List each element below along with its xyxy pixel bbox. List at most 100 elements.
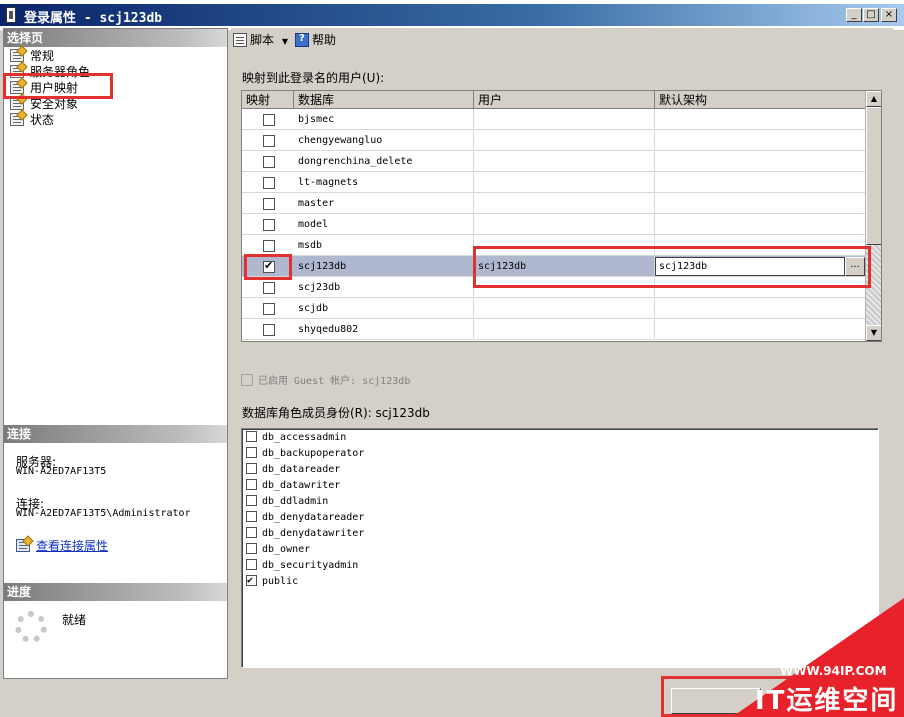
- database-cell: shyqedu802: [294, 319, 474, 340]
- maximize-button[interactable]: □: [863, 8, 879, 22]
- map-checkbox[interactable]: [263, 324, 275, 336]
- nav-item-status[interactable]: 状态: [10, 112, 54, 128]
- guest-checkbox-icon: [241, 374, 253, 386]
- user-cell[interactable]: [474, 109, 655, 130]
- close-button[interactable]: ×: [881, 8, 897, 22]
- role-checkbox[interactable]: [246, 447, 257, 458]
- user-cell[interactable]: [474, 298, 655, 319]
- grid-header: 映射 数据库 用户 默认架构: [242, 91, 866, 109]
- page-icon: [10, 49, 24, 62]
- map-checkbox[interactable]: [263, 219, 275, 231]
- window-title: 登录属性 - scj123db: [24, 11, 163, 26]
- role-checkbox[interactable]: [246, 463, 257, 474]
- view-connection-link[interactable]: 查看连接属性: [36, 539, 108, 553]
- schema-cell[interactable]: [655, 298, 866, 319]
- toolbar: 脚本 ▼ 帮助: [231, 28, 893, 50]
- select-page-header: 选择页: [4, 29, 227, 47]
- user-cell[interactable]: [474, 193, 655, 214]
- progress-spinner-icon: [15, 611, 47, 643]
- view-connection-properties[interactable]: 查看连接属性: [16, 537, 108, 554]
- scroll-up-icon[interactable]: ▲: [866, 91, 881, 107]
- user-cell[interactable]: [474, 172, 655, 193]
- list-item[interactable]: db_denydatawriter: [246, 526, 364, 542]
- list-item[interactable]: db_accessadmin: [246, 430, 346, 446]
- scroll-down-icon[interactable]: ▼: [866, 325, 881, 341]
- column-header-user[interactable]: 用户: [474, 91, 655, 109]
- schema-cell[interactable]: [655, 193, 866, 214]
- map-checkbox[interactable]: [263, 198, 275, 210]
- highlight-map-checkbox: [244, 254, 292, 280]
- minimize-button[interactable]: _: [846, 8, 862, 22]
- role-name: db_securityadmin: [262, 560, 359, 571]
- table-row[interactable]: lt-magnets: [242, 172, 866, 193]
- mapping-label: 映射到此登录名的用户(U):: [242, 71, 385, 85]
- schema-cell[interactable]: [655, 319, 866, 340]
- database-cell: model: [294, 214, 474, 235]
- script-button[interactable]: 脚本 ▼: [233, 31, 288, 48]
- list-item[interactable]: db_backupoperator: [246, 446, 364, 462]
- schema-cell[interactable]: [655, 130, 866, 151]
- highlight-user-mapping: [3, 73, 113, 99]
- map-checkbox[interactable]: [263, 177, 275, 189]
- database-cell: chengyewangluo: [294, 130, 474, 151]
- schema-cell[interactable]: [655, 214, 866, 235]
- list-item[interactable]: db_ddladmin: [246, 494, 328, 510]
- role-name: db_denydatawriter: [262, 528, 365, 539]
- map-checkbox[interactable]: [263, 282, 275, 294]
- database-cell: bjsmec: [294, 109, 474, 130]
- map-checkbox[interactable]: [263, 135, 275, 147]
- nav-label: 安全对象: [30, 97, 79, 111]
- user-cell[interactable]: [474, 214, 655, 235]
- database-cell: msdb: [294, 235, 474, 256]
- role-checkbox[interactable]: [246, 559, 257, 570]
- map-checkbox[interactable]: [263, 114, 275, 126]
- role-name: db_accessadmin: [262, 432, 347, 443]
- roles-label: 数据库角色成员身份(R): scj123db: [242, 406, 430, 420]
- table-row[interactable]: model: [242, 214, 866, 235]
- role-checkbox[interactable]: [246, 527, 257, 538]
- role-name: db_datawriter: [262, 480, 341, 491]
- list-item[interactable]: db_owner: [246, 542, 310, 558]
- list-item[interactable]: db_datawriter: [246, 478, 340, 494]
- map-checkbox[interactable]: [263, 156, 275, 168]
- list-item[interactable]: db_denydatareader: [246, 510, 364, 526]
- list-item[interactable]: db_securityadmin: [246, 558, 358, 574]
- role-name: db_ddladmin: [262, 496, 329, 507]
- role-checkbox[interactable]: [246, 479, 257, 490]
- grid-vertical-scrollbar[interactable]: ▲ ▼: [865, 91, 881, 341]
- window-titlebar: 登录属性 - scj123db _ □ ×: [0, 0, 904, 30]
- table-row[interactable]: bjsmec: [242, 109, 866, 130]
- role-checkbox-checked[interactable]: [246, 573, 257, 589]
- schema-cell[interactable]: [655, 172, 866, 193]
- schema-cell[interactable]: [655, 151, 866, 172]
- titlebar-gradient[interactable]: 登录属性 - scj123db _ □ ×: [0, 4, 904, 26]
- user-cell[interactable]: [474, 151, 655, 172]
- schema-cell[interactable]: [655, 109, 866, 130]
- role-name: public: [262, 576, 299, 587]
- progress-header: 进度: [4, 583, 227, 601]
- list-item[interactable]: db_datareader: [246, 462, 340, 478]
- table-row[interactable]: shyqedu802: [242, 319, 866, 340]
- role-checkbox[interactable]: [246, 431, 257, 442]
- nav-label: 常规: [30, 49, 55, 63]
- role-checkbox[interactable]: [246, 511, 257, 522]
- role-checkbox[interactable]: [246, 495, 257, 506]
- column-header-default-schema[interactable]: 默认架构: [655, 91, 866, 109]
- user-cell[interactable]: [474, 319, 655, 340]
- map-checkbox[interactable]: [263, 240, 275, 252]
- scroll-thumb[interactable]: [866, 107, 881, 245]
- user-cell[interactable]: [474, 130, 655, 151]
- table-row[interactable]: chengyewangluo: [242, 130, 866, 151]
- server-value: WIN-A2ED7AF13T5: [16, 466, 107, 477]
- guest-account-checkbox: 已启用 Guest 帐户: scj123db: [241, 372, 410, 387]
- role-checkbox[interactable]: [246, 543, 257, 554]
- column-header-database[interactable]: 数据库: [294, 91, 474, 109]
- column-header-map[interactable]: 映射: [242, 91, 294, 109]
- table-row[interactable]: master: [242, 193, 866, 214]
- map-checkbox[interactable]: [263, 303, 275, 315]
- table-row[interactable]: scjdb: [242, 298, 866, 319]
- help-button[interactable]: 帮助: [295, 31, 336, 48]
- table-row[interactable]: dongrenchina_delete: [242, 151, 866, 172]
- nav-item-general[interactable]: 常规: [10, 48, 54, 64]
- list-item[interactable]: public: [246, 573, 299, 590]
